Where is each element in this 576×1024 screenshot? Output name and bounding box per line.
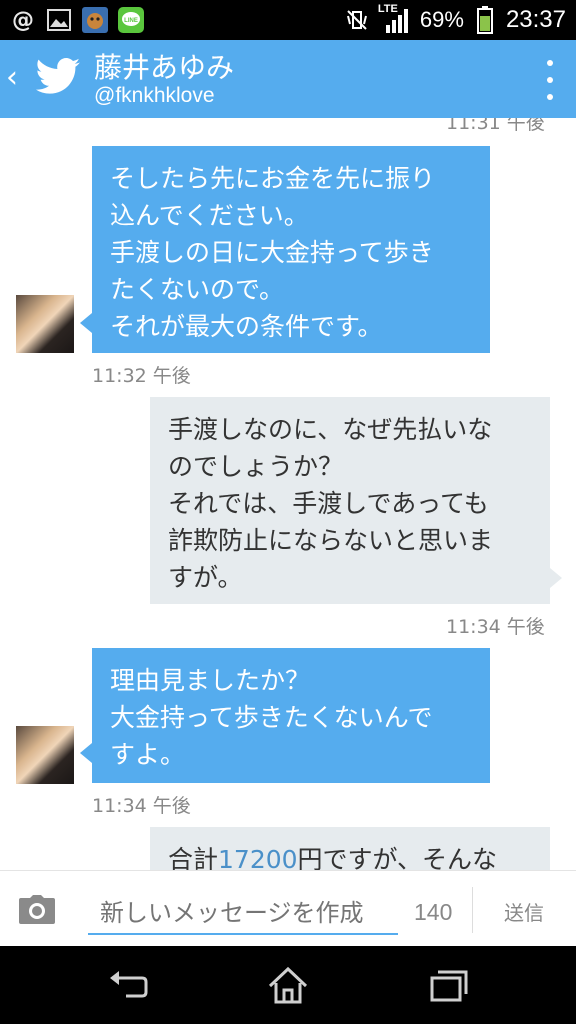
message-line: 詐欺防止にならないと思いま [168, 526, 494, 555]
camera-icon[interactable] [18, 895, 56, 925]
message-timestamp: 11:31 午後 [446, 118, 545, 134]
bubble-tail [550, 568, 562, 588]
conversation-header: ‹ 藤井あゆみ @fknkhklove [0, 40, 576, 118]
message-line: 込んでください。 [110, 201, 309, 230]
character-counter: 140 [414, 899, 453, 925]
message-line: 手渡しなのに、なぜ先払いな [168, 415, 493, 444]
message-text: 円ですが、そんな [297, 845, 498, 870]
message-timestamp: 11:34 午後 [446, 616, 545, 638]
battery-icon [472, 6, 498, 34]
message-line: たくないので。 [110, 275, 285, 304]
message-text: 合計 [168, 845, 219, 870]
message-line: 理由見ましたか？ [110, 666, 311, 695]
message-line: 大金持って歩きたくないんで [110, 703, 433, 732]
avatar[interactable] [16, 726, 74, 784]
signal-icon: LTE [378, 3, 412, 35]
message-line: すよ。 [110, 740, 186, 769]
conversation-handle: @fknkhklove [94, 84, 215, 107]
message-timestamp: 11:34 午後 [92, 795, 191, 817]
gallery-icon [46, 7, 72, 33]
message-line: それでは、手渡しであっても [168, 489, 489, 518]
divider [472, 887, 473, 933]
incoming-message-bubble[interactable]: そしたら先にお金を先に振り 込んでください。 手渡しの日に大金持って歩き たくな… [92, 146, 490, 353]
message-line: そしたら先にお金を先に振り [110, 164, 436, 193]
bubble-tail [80, 743, 92, 763]
svg-text:LINE: LINE [124, 18, 138, 24]
outgoing-message-bubble[interactable]: 合計17200円ですが、そんな [150, 827, 550, 870]
home-icon[interactable] [266, 964, 310, 1008]
send-button[interactable]: 送信 [474, 889, 574, 933]
line-icon: LINE [118, 7, 144, 33]
back-nav-icon[interactable] [106, 964, 150, 1008]
bubble-tail [80, 313, 92, 333]
message-line: のでしょうか？ [168, 452, 344, 481]
incoming-message-bubble[interactable]: 理由見ましたか？ 大金持って歩きたくないんで すよ。 [92, 648, 490, 783]
message-line: 手渡しの日に大金持って歩き [110, 238, 434, 267]
overflow-menu-icon[interactable] [540, 60, 560, 100]
app-icon [82, 7, 108, 33]
message-input[interactable] [88, 893, 398, 935]
message-line: すが。 [168, 563, 243, 592]
message-list[interactable]: 11:31 午後 そしたら先にお金を先に振り 込んでください。 手渡しの日に大金… [0, 118, 576, 870]
twitter-bird-icon[interactable] [34, 56, 82, 100]
outgoing-message-bubble[interactable]: 手渡しなのに、なぜ先払いな のでしょうか？ それでは、手渡しであっても 詐欺防止… [150, 397, 550, 604]
message-line: 合計17200円ですが、そんな [168, 841, 532, 870]
recent-apps-icon[interactable] [426, 964, 470, 1008]
at-icon: @ [12, 7, 34, 33]
status-bar: @ LINE LTE 69% 23:37 [0, 0, 576, 40]
back-icon[interactable]: ‹ [6, 60, 26, 96]
compose-bar: 140 送信 [0, 870, 576, 946]
no-vibrate-icon [344, 7, 370, 33]
clock: 23:37 [505, 6, 566, 33]
navigation-bar [0, 946, 576, 1024]
battery-percent: 69% [419, 7, 464, 32]
message-timestamp: 11:32 午後 [92, 365, 191, 387]
message-line: それが最大の条件です。 [110, 312, 383, 341]
conversation-title: 藤井あゆみ [94, 51, 235, 84]
number-link[interactable]: 17200 [218, 845, 298, 870]
avatar[interactable] [16, 295, 74, 353]
